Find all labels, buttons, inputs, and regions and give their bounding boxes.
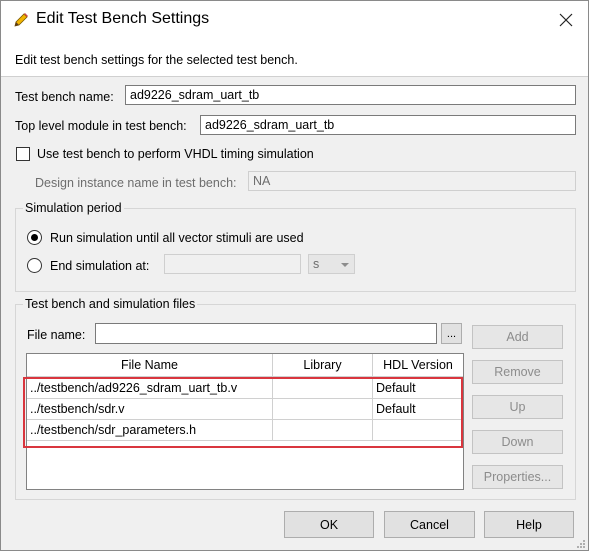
cancel-button[interactable]: Cancel xyxy=(384,511,475,538)
run-until-stimuli-label: Run simulation until all vector stimuli … xyxy=(50,231,304,245)
down-button[interactable]: Down xyxy=(472,430,563,454)
run-until-stimuli-radio[interactable] xyxy=(27,230,42,245)
up-button[interactable]: Up xyxy=(472,395,563,419)
test-bench-name-label: Test bench name: xyxy=(15,90,114,104)
browse-button[interactable]: ... xyxy=(441,323,462,344)
column-header-hdl-version[interactable]: HDL Version xyxy=(373,354,463,377)
simulation-period-group xyxy=(15,208,576,292)
ok-button[interactable]: OK xyxy=(284,511,374,538)
simulation-period-title: Simulation period xyxy=(23,201,124,215)
help-button[interactable]: Help xyxy=(484,511,574,538)
end-simulation-radio[interactable] xyxy=(27,258,42,273)
end-simulation-label: End simulation at: xyxy=(50,259,150,273)
resize-grip-icon[interactable] xyxy=(576,538,586,548)
dialog-title: Edit Test Bench Settings xyxy=(36,10,210,27)
close-icon[interactable] xyxy=(552,7,580,33)
column-header-file-name[interactable]: File Name xyxy=(27,354,273,377)
time-unit-value: s xyxy=(313,257,320,271)
title-bar: Edit Test Bench Settings xyxy=(1,1,588,39)
design-instance-label: Design instance name in test bench: xyxy=(35,176,237,190)
design-instance-field[interactable]: NA xyxy=(248,171,576,191)
remove-button[interactable]: Remove xyxy=(472,360,563,384)
time-unit-select[interactable]: s xyxy=(308,254,355,274)
properties-button[interactable]: Properties... xyxy=(472,465,563,489)
pencil-icon xyxy=(12,11,30,29)
top-level-module-field[interactable]: ad9226_sdram_uart_tb xyxy=(200,115,576,135)
chevron-down-icon xyxy=(341,263,349,267)
highlight-box xyxy=(23,377,463,448)
files-group-title: Test bench and simulation files xyxy=(23,297,198,311)
column-header-library[interactable]: Library xyxy=(273,354,373,377)
end-simulation-field[interactable] xyxy=(164,254,301,274)
file-name-field[interactable] xyxy=(95,323,437,344)
test-bench-name-field[interactable]: ad9226_sdram_uart_tb xyxy=(125,85,576,105)
vhdl-timing-checkbox-label: Use test bench to perform VHDL timing si… xyxy=(37,147,314,161)
dialog-window: Edit Test Bench Settings Edit test bench… xyxy=(0,0,589,551)
top-level-module-label: Top level module in test bench: xyxy=(15,119,187,133)
vhdl-timing-checkbox[interactable] xyxy=(16,147,30,161)
add-button[interactable]: Add xyxy=(472,325,563,349)
file-name-label: File name: xyxy=(27,328,86,342)
description-text: Edit test bench settings for the selecte… xyxy=(15,53,298,67)
description-banner: Edit test bench settings for the selecte… xyxy=(1,39,588,77)
